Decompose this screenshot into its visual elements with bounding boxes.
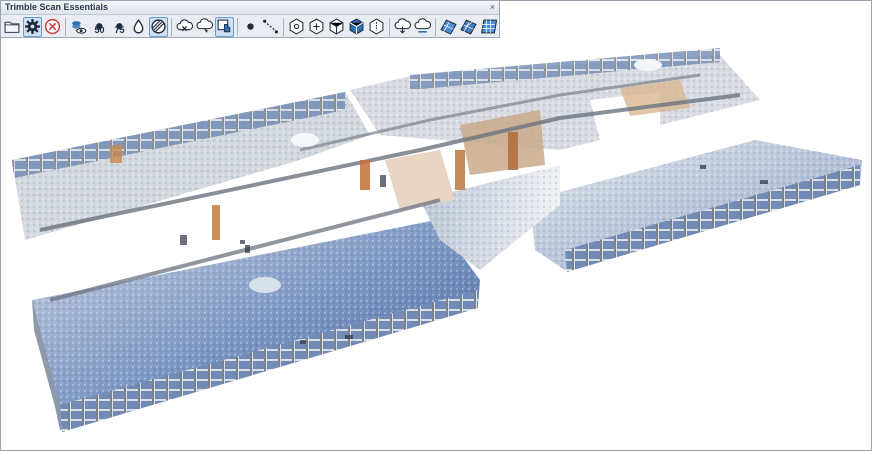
mesh-surface-icon-2[interactable] [459, 17, 478, 37]
hand-pick-icon[interactable] [215, 16, 235, 37]
toolbar-separator [435, 17, 436, 36]
cube-icon-1[interactable] [287, 17, 306, 37]
toolbar-separator [237, 17, 238, 36]
scan-essentials-toolbar-window[interactable]: Trimble Scan Essentials × 50 75 [0, 0, 500, 38]
toolbar-separator [171, 17, 172, 36]
snap-point-icon[interactable] [241, 17, 260, 37]
open-folder-icon[interactable] [3, 17, 22, 37]
point-cloud-viewport[interactable]: Trimble Scan Essentials × 50 75 [0, 0, 872, 451]
toolbar-separator [283, 17, 284, 36]
toolbar-title-bar[interactable]: Trimble Scan Essentials × [1, 1, 499, 15]
mesh-surface-icon-1[interactable] [439, 17, 458, 37]
point-density-75-icon[interactable]: 75 [109, 17, 128, 37]
cloud-select-icon[interactable] [195, 17, 214, 37]
cube-icon-5[interactable] [367, 17, 386, 37]
density-75-label: 75 [114, 24, 125, 35]
point-density-50-icon[interactable]: 50 [89, 17, 108, 37]
snap-line-icon[interactable] [261, 17, 280, 37]
cube-icon-2[interactable] [307, 17, 326, 37]
visibility-eye-icon[interactable] [69, 17, 88, 37]
cube-icon-4[interactable] [347, 17, 366, 37]
display-mode-icon[interactable] [149, 16, 169, 37]
cube-icon-3[interactable] [327, 17, 346, 37]
close-icon[interactable]: × [490, 1, 495, 14]
density-50-label: 50 [94, 24, 105, 35]
toolbar-separator [65, 17, 66, 36]
toolbar: 50 75 [1, 15, 499, 38]
point-size-icon[interactable] [129, 17, 148, 37]
toolbar-window-title: Trimble Scan Essentials [5, 2, 109, 12]
point-cloud-model[interactable] [0, 0, 872, 451]
cloud-import-icon[interactable] [413, 17, 432, 37]
toolbar-separator [389, 17, 390, 36]
settings-gear-icon[interactable] [23, 16, 43, 37]
cloud-delete-icon[interactable] [175, 17, 194, 37]
cloud-export-icon[interactable] [393, 17, 412, 37]
mesh-surface-icon-3[interactable] [479, 17, 498, 37]
cancel-circle-icon[interactable] [43, 17, 62, 37]
